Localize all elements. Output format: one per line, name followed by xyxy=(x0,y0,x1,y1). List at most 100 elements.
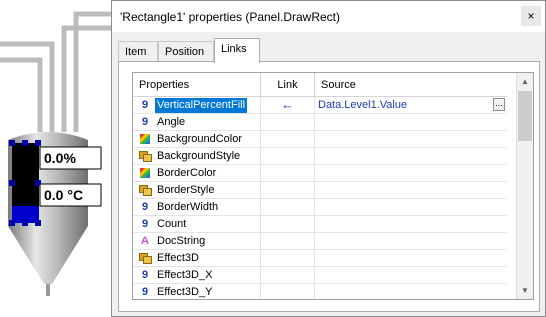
property-cell[interactable]: A DocString xyxy=(133,233,261,250)
close-button[interactable]: × xyxy=(521,6,541,26)
dialog-titlebar[interactable]: 'Rectangle1' properties (Panel.DrawRect)… xyxy=(112,1,545,32)
source-cell[interactable] xyxy=(315,284,507,299)
source-cell[interactable] xyxy=(315,131,507,148)
property-name: Angle xyxy=(157,116,186,128)
link-cell[interactable] xyxy=(261,182,315,199)
string-icon: A xyxy=(141,235,149,247)
number-icon: 9 xyxy=(141,116,149,128)
grid-rows: 9 VerticalPercentFill ← Data.Level1.Value..… xyxy=(133,97,507,299)
hmi-canvas: 0.0% 0.0 °C xyxy=(0,11,112,296)
column-header-source[interactable]: Source xyxy=(315,73,507,97)
number-icon: 9 xyxy=(141,201,149,213)
grid-row[interactable]: 9 Angle xyxy=(133,114,507,131)
source-cell[interactable] xyxy=(315,216,507,233)
property-cell[interactable]: 9 Effect3D_Y xyxy=(133,284,261,299)
enum-icon xyxy=(139,151,152,162)
link-cell[interactable] xyxy=(261,131,315,148)
grid-row[interactable]: BackgroundColor xyxy=(133,131,507,148)
grid-row[interactable]: 9 Effect3D_Y xyxy=(133,284,507,299)
grid-row[interactable]: 9 VerticalPercentFill ← Data.Level1.Value..… xyxy=(133,97,507,114)
property-cell[interactable]: BackgroundStyle xyxy=(133,148,261,165)
link-cell[interactable] xyxy=(261,114,315,131)
tab-item[interactable]: Item xyxy=(118,41,158,62)
grid-row[interactable]: BackgroundStyle xyxy=(133,148,507,165)
source-cell[interactable] xyxy=(315,199,507,216)
property-cell[interactable]: Effect3D xyxy=(133,250,261,267)
property-cell[interactable]: 9 VerticalPercentFill xyxy=(133,97,261,114)
property-name: Effect3D xyxy=(157,252,199,264)
source-cell[interactable] xyxy=(315,114,507,131)
grid-row[interactable]: BorderColor xyxy=(133,165,507,182)
source-cell[interactable] xyxy=(315,250,507,267)
source-cell[interactable] xyxy=(315,148,507,165)
enum-icon xyxy=(139,253,152,264)
property-name: Effect3D_Y xyxy=(157,286,213,298)
source-cell[interactable] xyxy=(315,182,507,199)
source-cell[interactable]: Data.Level1.Value... xyxy=(315,97,507,114)
property-name: VerticalPercentFill xyxy=(155,98,248,113)
vertical-scrollbar[interactable]: ▲ ▼ xyxy=(516,73,533,299)
property-name: DocString xyxy=(157,235,206,247)
tab-strip: Item Position Links xyxy=(118,38,538,63)
tab-links[interactable]: Links xyxy=(214,38,260,63)
scroll-down-icon[interactable]: ▼ xyxy=(517,282,533,299)
property-name: Effect3D_X xyxy=(157,269,213,281)
link-cell[interactable] xyxy=(261,199,315,216)
property-cell[interactable]: BorderStyle xyxy=(133,182,261,199)
source-cell[interactable] xyxy=(315,165,507,182)
color-icon xyxy=(140,134,150,144)
property-cell[interactable]: 9 Effect3D_X xyxy=(133,267,261,284)
grid-row[interactable]: 9 Effect3D_X xyxy=(133,267,507,284)
property-name: BorderStyle xyxy=(157,184,215,196)
link-cell[interactable] xyxy=(261,284,315,299)
grid-header: Properties Link Source xyxy=(133,73,507,97)
property-name: BackgroundStyle xyxy=(157,150,241,162)
number-icon: 9 xyxy=(141,218,149,230)
tab-position[interactable]: Position xyxy=(158,41,214,62)
percent-display: 0.0% xyxy=(44,150,76,166)
grid-row[interactable]: 9 Count xyxy=(133,216,507,233)
properties-grid: Properties Link Source 9 VerticalPercentF… xyxy=(132,72,534,300)
arrow-left-icon: ← xyxy=(281,97,294,112)
column-header-properties[interactable]: Properties xyxy=(133,73,261,97)
number-icon: 9 xyxy=(141,286,149,298)
link-cell[interactable] xyxy=(261,267,315,284)
link-cell[interactable] xyxy=(261,233,315,250)
property-cell[interactable]: 9 Count xyxy=(133,216,261,233)
property-cell[interactable]: 9 BorderWidth xyxy=(133,199,261,216)
property-cell[interactable]: BackgroundColor xyxy=(133,131,261,148)
color-icon xyxy=(140,168,150,178)
link-cell[interactable] xyxy=(261,216,315,233)
grid-row[interactable]: Effect3D xyxy=(133,250,507,267)
link-cell[interactable]: ← xyxy=(261,97,315,114)
property-name: Count xyxy=(157,218,187,230)
property-cell[interactable]: BorderColor xyxy=(133,165,261,182)
dialog-title: 'Rectangle1' properties (Panel.DrawRect) xyxy=(120,10,341,24)
screen: 0.0% 0.0 °C 'Rectangle1' properties (Pan… xyxy=(0,0,546,317)
close-icon: × xyxy=(527,9,535,23)
source-cell[interactable] xyxy=(315,267,507,284)
link-cell[interactable] xyxy=(261,148,315,165)
link-cell[interactable] xyxy=(261,250,315,267)
property-name: BorderWidth xyxy=(157,201,219,213)
property-name: BorderColor xyxy=(157,167,217,179)
grid-row[interactable]: BorderStyle xyxy=(133,182,507,199)
temperature-display: 0.0 °C xyxy=(44,187,83,203)
tank: 0.0% 0.0 °C xyxy=(8,132,102,296)
grid-row[interactable]: 9 BorderWidth xyxy=(133,199,507,216)
source-cell[interactable] xyxy=(315,233,507,250)
browse-source-button[interactable]: ... xyxy=(493,98,505,111)
properties-dialog: 'Rectangle1' properties (Panel.DrawRect)… xyxy=(111,0,546,317)
property-name: BackgroundColor xyxy=(157,133,242,145)
link-cell[interactable] xyxy=(261,165,315,182)
scroll-thumb[interactable] xyxy=(518,91,532,141)
scroll-up-icon[interactable]: ▲ xyxy=(517,73,533,90)
number-icon: 9 xyxy=(141,99,149,111)
column-header-link[interactable]: Link xyxy=(261,73,315,97)
pipes xyxy=(0,11,112,132)
grid-row[interactable]: A DocString xyxy=(133,233,507,250)
links-tab-panel: Properties Link Source 9 VerticalPercentF… xyxy=(118,61,540,312)
property-cell[interactable]: 9 Angle xyxy=(133,114,261,131)
source-value: Data.Level1.Value xyxy=(318,99,408,111)
enum-icon xyxy=(139,185,152,196)
